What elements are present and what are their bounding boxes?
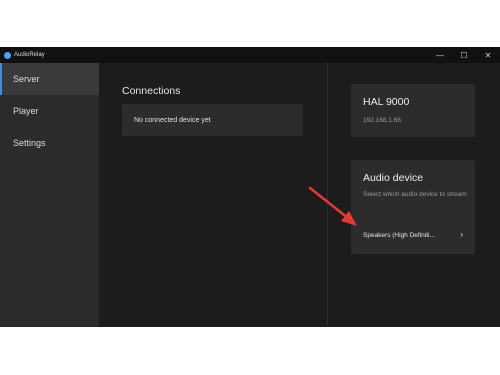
connections-empty-text: No connected device yet bbox=[134, 116, 211, 124]
server-name: HAL 9000 bbox=[363, 96, 410, 108]
audio-device-card: Audio device Select which audio device t… bbox=[351, 160, 475, 254]
audio-device-select[interactable]: Speakers (High Definiti... › bbox=[363, 229, 463, 241]
sidebar-item-server[interactable]: Server bbox=[0, 63, 99, 95]
connections-empty-card: No connected device yet bbox=[122, 104, 303, 136]
selected-device-label: Speakers (High Definiti... bbox=[363, 231, 435, 239]
connections-title: Connections bbox=[122, 85, 181, 97]
server-info-panel: HAL 9000 192.168.1.66 Audio device Selec… bbox=[328, 63, 500, 327]
sidebar-item-player[interactable]: Player bbox=[0, 95, 99, 127]
title-bar: AudioRelay — ☐ ✕ bbox=[0, 47, 500, 63]
server-card: HAL 9000 192.168.1.66 bbox=[351, 84, 475, 137]
connections-panel: Connections No connected device yet bbox=[99, 63, 327, 327]
close-button[interactable]: ✕ bbox=[476, 47, 500, 63]
sidebar-item-label: Settings bbox=[13, 138, 46, 148]
window-controls: — ☐ ✕ bbox=[428, 47, 500, 63]
audio-device-title: Audio device bbox=[363, 172, 424, 184]
sidebar-item-settings[interactable]: Settings bbox=[0, 127, 99, 159]
chevron-right-icon: › bbox=[460, 230, 463, 239]
minimize-button[interactable]: — bbox=[428, 47, 452, 63]
app-window: AudioRelay — ☐ ✕ Server Player Settings … bbox=[0, 47, 500, 327]
audio-device-description: Select which audio device to stream bbox=[363, 191, 467, 198]
server-ip: 192.168.1.66 bbox=[363, 117, 401, 124]
window-title: AudioRelay bbox=[14, 52, 45, 58]
sidebar-item-label: Player bbox=[13, 106, 39, 116]
maximize-button[interactable]: ☐ bbox=[452, 47, 476, 63]
sidebar: Server Player Settings bbox=[0, 63, 99, 327]
sidebar-item-label: Server bbox=[13, 74, 40, 84]
app-icon bbox=[4, 51, 11, 59]
